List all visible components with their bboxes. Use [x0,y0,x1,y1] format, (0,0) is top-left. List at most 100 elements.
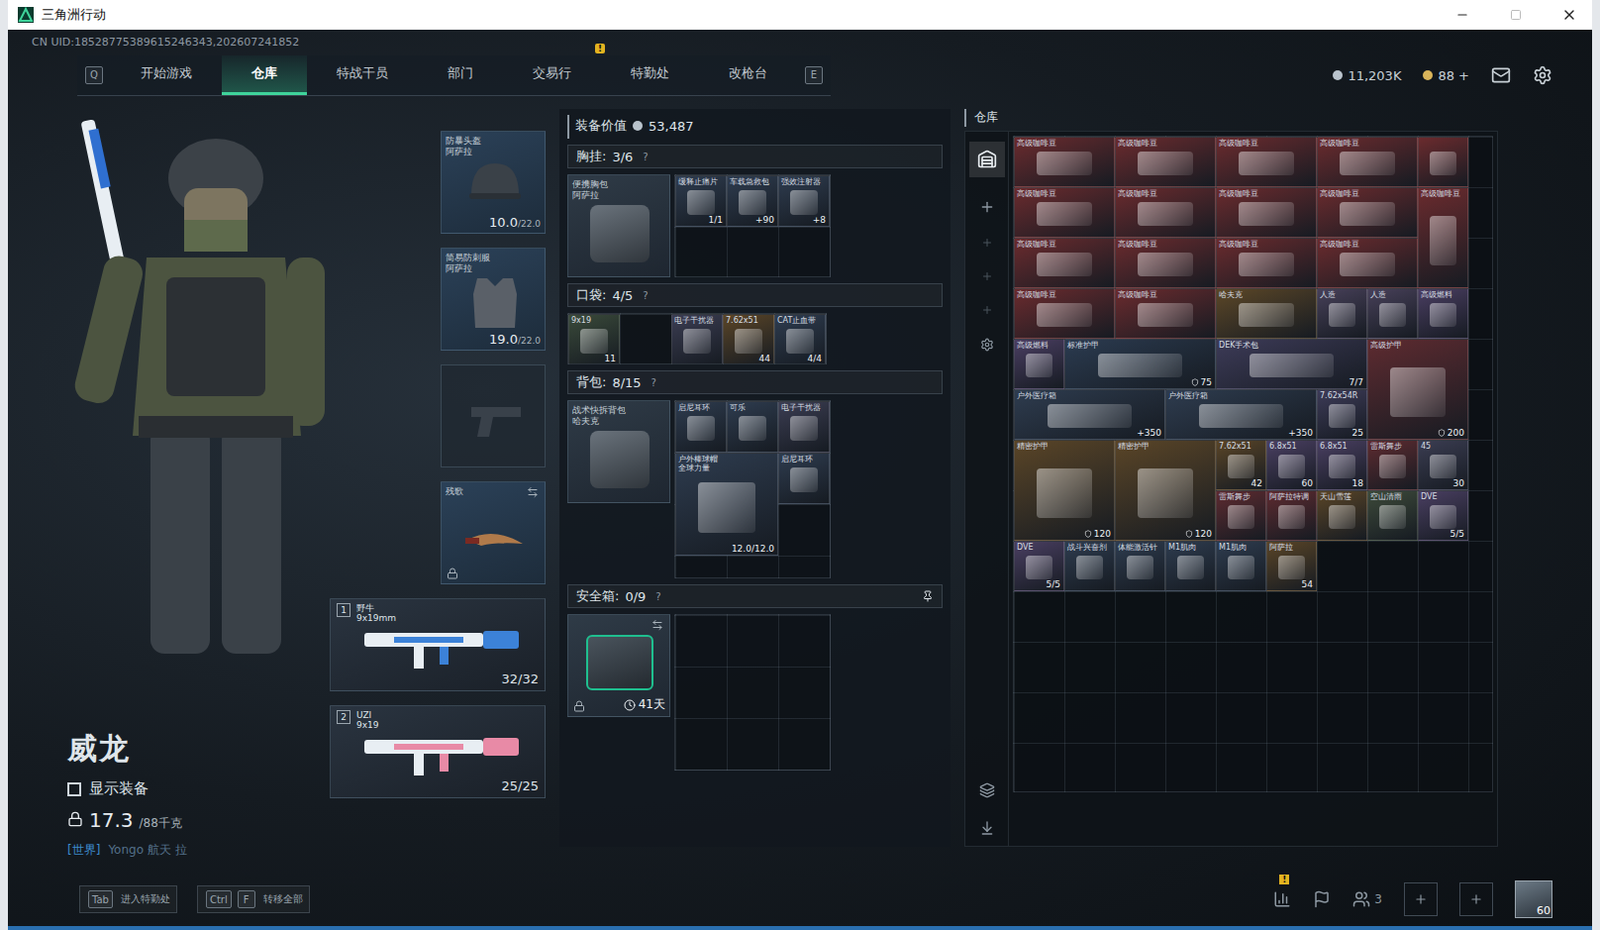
invite-slot[interactable] [1459,882,1494,916]
flag-icon[interactable] [1312,890,1331,908]
nav-tab[interactable]: 仓库 [221,55,307,96]
item[interactable]: 高级护甲200 [1367,338,1469,440]
item[interactable]: 7.62x54R25 [1316,389,1368,440]
pin-icon[interactable] [921,590,934,602]
item[interactable]: M1肌肉 [1165,540,1216,592]
swap-icon[interactable] [651,618,664,631]
item[interactable]: 电子干扰器 [778,400,830,453]
item[interactable]: 高级咖啡豆 [1215,136,1317,188]
maximize-icon[interactable] [1509,8,1522,21]
gear-slot[interactable] [440,364,546,468]
item[interactable]: 高级咖啡豆 [1013,187,1115,238]
plus-icon[interactable] [1469,892,1484,906]
item[interactable]: 高级咖啡豆 [1114,187,1216,238]
item[interactable]: 标准护甲75 [1064,338,1216,390]
item[interactable]: 雷斯舞步 [1215,490,1267,541]
help-icon[interactable]: ? [655,591,661,602]
window-control[interactable] [1546,0,1593,30]
minimize-icon[interactable] [1455,7,1470,22]
container-slot[interactable]: 战术快拆背包哈夫克 [567,400,671,503]
weapon-slot[interactable]: 2UZI9x1925/25 [329,704,546,799]
item[interactable]: 高级咖啡豆 [1316,237,1418,289]
item[interactable]: 人造 [1367,288,1418,339]
show-gear-checkbox[interactable]: 显示装备 [67,779,330,799]
item[interactable]: 高级咖啡豆 [1417,187,1469,289]
currency[interactable]: 11,203K [1332,68,1401,84]
window-control[interactable] [1493,0,1539,30]
item[interactable]: 4530 [1417,439,1469,491]
add-storage-icon[interactable] [981,270,994,283]
swap-icon[interactable] [526,486,539,499]
nav-tab[interactable]: 交易行 [502,55,601,96]
item[interactable]: 启尼耳环 [675,400,727,453]
key-hint-group[interactable]: CtrlF转移全部 [197,885,310,913]
nav-tab[interactable]: 部门 [417,55,503,96]
item[interactable]: 人造 [1316,288,1368,339]
item[interactable]: 高级咖啡豆 [1114,136,1216,188]
item[interactable]: 精密护甲120 [1114,439,1216,541]
item[interactable]: 缓释止痛片1/1 [675,175,727,227]
item[interactable]: 7.62x5142 [1215,439,1267,491]
key-hint-group[interactable]: Tab进入特勤处 [79,885,178,913]
item[interactable]: 高级咖啡豆 [1215,237,1317,289]
item[interactable]: 阿萨拉特调 [1266,490,1317,541]
item[interactable]: DEK手术包7/7 [1215,338,1368,390]
add-storage-icon[interactable] [981,236,994,249]
settings-icon[interactable] [1532,65,1553,86]
add-storage-icon[interactable] [981,303,994,316]
chat-line[interactable]: [世界]Yongo 航天 拉 [67,841,330,859]
item[interactable]: 高级咖啡豆 [1316,187,1418,238]
item[interactable]: 可乐 [726,400,779,453]
nav-tab[interactable]: 开始游戏 [110,55,222,96]
item[interactable] [1417,136,1469,188]
item[interactable]: 高级咖啡豆 [1114,237,1216,289]
invite-slot[interactable] [1403,882,1438,916]
weapon-slot[interactable]: 1野牛9x19mm32/32 [329,598,546,692]
safe-box-slot[interactable]: 41天 [567,613,671,717]
item[interactable]: 高级咖啡豆 [1013,237,1115,289]
layers-icon[interactable] [979,782,996,799]
item[interactable]: 7.62x5144 [722,313,775,365]
item[interactable]: 启尼耳环 [778,452,830,504]
item[interactable]: 阿萨拉54 [1266,540,1317,592]
nav-tab[interactable]: !特勤处 [600,55,700,96]
item[interactable]: 高级咖啡豆 [1013,288,1115,339]
item[interactable]: 户外医疗箱+350 [1013,389,1166,440]
help-icon[interactable]: ? [642,290,648,301]
item[interactable]: 6.8x5118 [1316,439,1368,491]
item[interactable]: 9x1911 [568,313,620,365]
item[interactable]: 精密护甲120 [1013,439,1115,541]
item[interactable]: 强效注射器+8 [778,175,830,227]
item[interactable]: DVE5/5 [1013,540,1065,592]
item[interactable]: 户外医疗箱+350 [1165,389,1317,440]
gear-slot[interactable]: 残歌 [440,481,546,585]
item[interactable]: 哈夫克 [1215,288,1317,339]
player-avatar[interactable]: 60 [1514,880,1553,918]
gear-slot[interactable]: 防暴头盔阿萨拉10.0/22.0 [440,130,546,234]
close-icon[interactable] [1561,6,1578,23]
item[interactable]: 电子干扰器 [671,313,723,365]
help-icon[interactable]: ? [651,377,657,389]
item[interactable]: 高级咖啡豆 [1013,136,1115,188]
item[interactable]: 高级咖啡豆 [1316,136,1418,188]
squad[interactable]: 3 [1352,890,1383,908]
container-slot[interactable]: 便携胸包阿萨拉 [567,174,671,278]
item[interactable]: 6.8x5160 [1266,439,1317,491]
storage-tab[interactable] [969,141,1005,178]
warehouse-icon[interactable] [977,149,998,170]
item[interactable]: 雷斯舞步 [1367,439,1418,491]
item[interactable]: 空山清雨 [1367,490,1418,541]
squad-icon[interactable] [1352,890,1371,908]
checkbox-box[interactable] [67,782,82,797]
nav-tab[interactable]: 特战干员 [306,55,418,96]
plus-icon[interactable] [1413,892,1428,906]
item[interactable]: 战斗兴奋剂 [1064,540,1115,592]
item[interactable]: 户外棒球帽全球力量12.0/12.0 [675,452,779,556]
stats-icon[interactable] [1273,890,1292,908]
item[interactable]: 体能激活针 [1114,540,1166,592]
item[interactable]: 天山雪莲 [1316,490,1368,541]
item[interactable]: DVE5/5 [1417,490,1469,541]
item[interactable]: 高级咖啡豆 [1114,288,1216,339]
item[interactable]: M1肌肉 [1215,540,1267,592]
nav-tab[interactable]: 改枪台 [699,55,798,96]
